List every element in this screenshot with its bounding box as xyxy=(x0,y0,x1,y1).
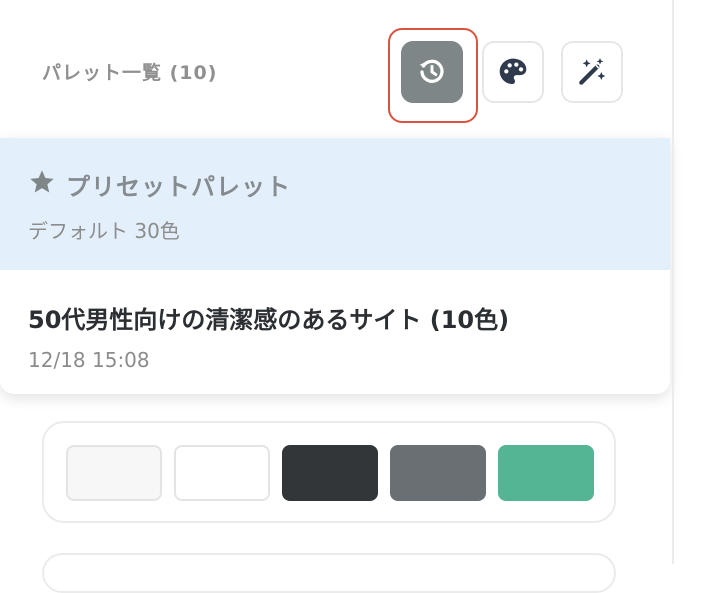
palette-button[interactable] xyxy=(482,41,544,103)
history-button[interactable] xyxy=(401,41,463,103)
history-item-timestamp: 12/18 15:08 xyxy=(28,348,150,372)
history-item-title: 50代男性向けの清潔感のあるサイト (10色) xyxy=(28,306,510,334)
star-icon xyxy=(28,168,56,200)
magic-wand-button[interactable] xyxy=(561,41,623,103)
history-list-item[interactable]: 50代男性向けの清潔感のあるサイト (10色) 12/18 15:08 xyxy=(0,270,670,394)
magic-wand-icon xyxy=(579,58,606,85)
palette-card[interactable] xyxy=(42,553,616,593)
preset-palette-subtitle: デフォルト 30色 xyxy=(28,219,180,243)
palette-list-title: パレット一覧 (10) xyxy=(42,62,218,84)
palette-icon xyxy=(499,58,527,84)
preset-palette-title: プリセットパレット xyxy=(66,173,291,201)
color-swatch[interactable] xyxy=(66,445,162,501)
color-swatch[interactable] xyxy=(174,445,270,501)
panel-divider xyxy=(672,0,674,564)
color-swatch[interactable] xyxy=(498,445,594,501)
palette-panel: パレット一覧 (10) プリセットパレット デフォルト 30色 50代男性向けの… xyxy=(0,0,672,593)
history-icon xyxy=(419,59,444,83)
palette-card[interactable] xyxy=(42,421,616,523)
color-swatch[interactable] xyxy=(390,445,486,501)
preset-palette-item[interactable]: プリセットパレット デフォルト 30色 xyxy=(0,138,670,270)
color-swatch[interactable] xyxy=(282,445,378,501)
history-dropdown: プリセットパレット デフォルト 30色 50代男性向けの清潔感のあるサイト (1… xyxy=(0,138,670,394)
